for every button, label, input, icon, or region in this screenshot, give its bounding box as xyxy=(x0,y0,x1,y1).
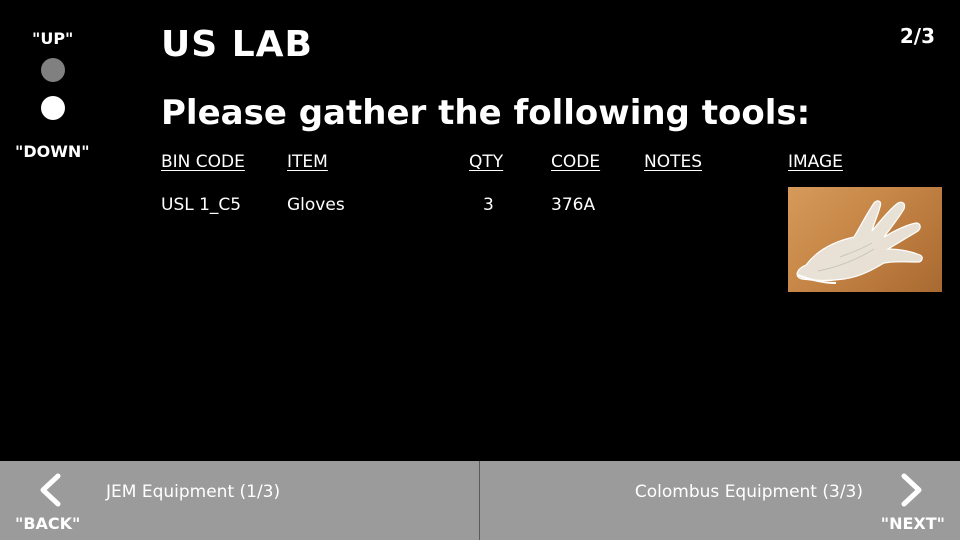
column-header-notes: NOTES xyxy=(644,152,703,172)
scroll-down-indicator[interactable] xyxy=(41,96,65,120)
back-button[interactable]: JEM Equipment (1/3) "BACK" xyxy=(0,461,479,540)
back-button-label: JEM Equipment (1/3) xyxy=(106,482,281,502)
next-button[interactable]: Colombus Equipment (3/3) "NEXT" xyxy=(480,461,959,540)
page-indicator: 2/3 xyxy=(899,24,935,48)
scroll-down-voice-label: "DOWN" xyxy=(15,142,90,161)
column-header-bin-code: BIN CODE xyxy=(161,152,245,172)
scroll-up-indicator[interactable] xyxy=(41,58,65,82)
back-voice-label: "BACK" xyxy=(15,514,81,533)
page-title: US LAB xyxy=(161,24,313,65)
chevron-right-icon xyxy=(901,473,922,507)
instruction-text: Please gather the following tools: xyxy=(161,93,811,133)
cell-bin-code: USL 1_C5 xyxy=(161,195,242,215)
gloves-image xyxy=(788,187,942,292)
column-header-item: ITEM xyxy=(287,152,328,172)
next-button-label: Colombus Equipment (3/3) xyxy=(634,482,863,502)
next-voice-label: "NEXT" xyxy=(880,514,945,533)
column-header-code: CODE xyxy=(551,152,601,172)
cell-item: Gloves xyxy=(287,195,345,215)
column-header-image: IMAGE xyxy=(788,152,843,172)
chevron-left-icon xyxy=(40,473,61,507)
cell-code: 376A xyxy=(551,195,596,215)
scroll-up-voice-label: "UP" xyxy=(32,29,74,48)
column-header-qty: QTY xyxy=(469,152,504,172)
cell-qty: 3 xyxy=(483,195,494,215)
footer-navigation: JEM Equipment (1/3) "BACK" Colombus Equi… xyxy=(0,461,960,540)
